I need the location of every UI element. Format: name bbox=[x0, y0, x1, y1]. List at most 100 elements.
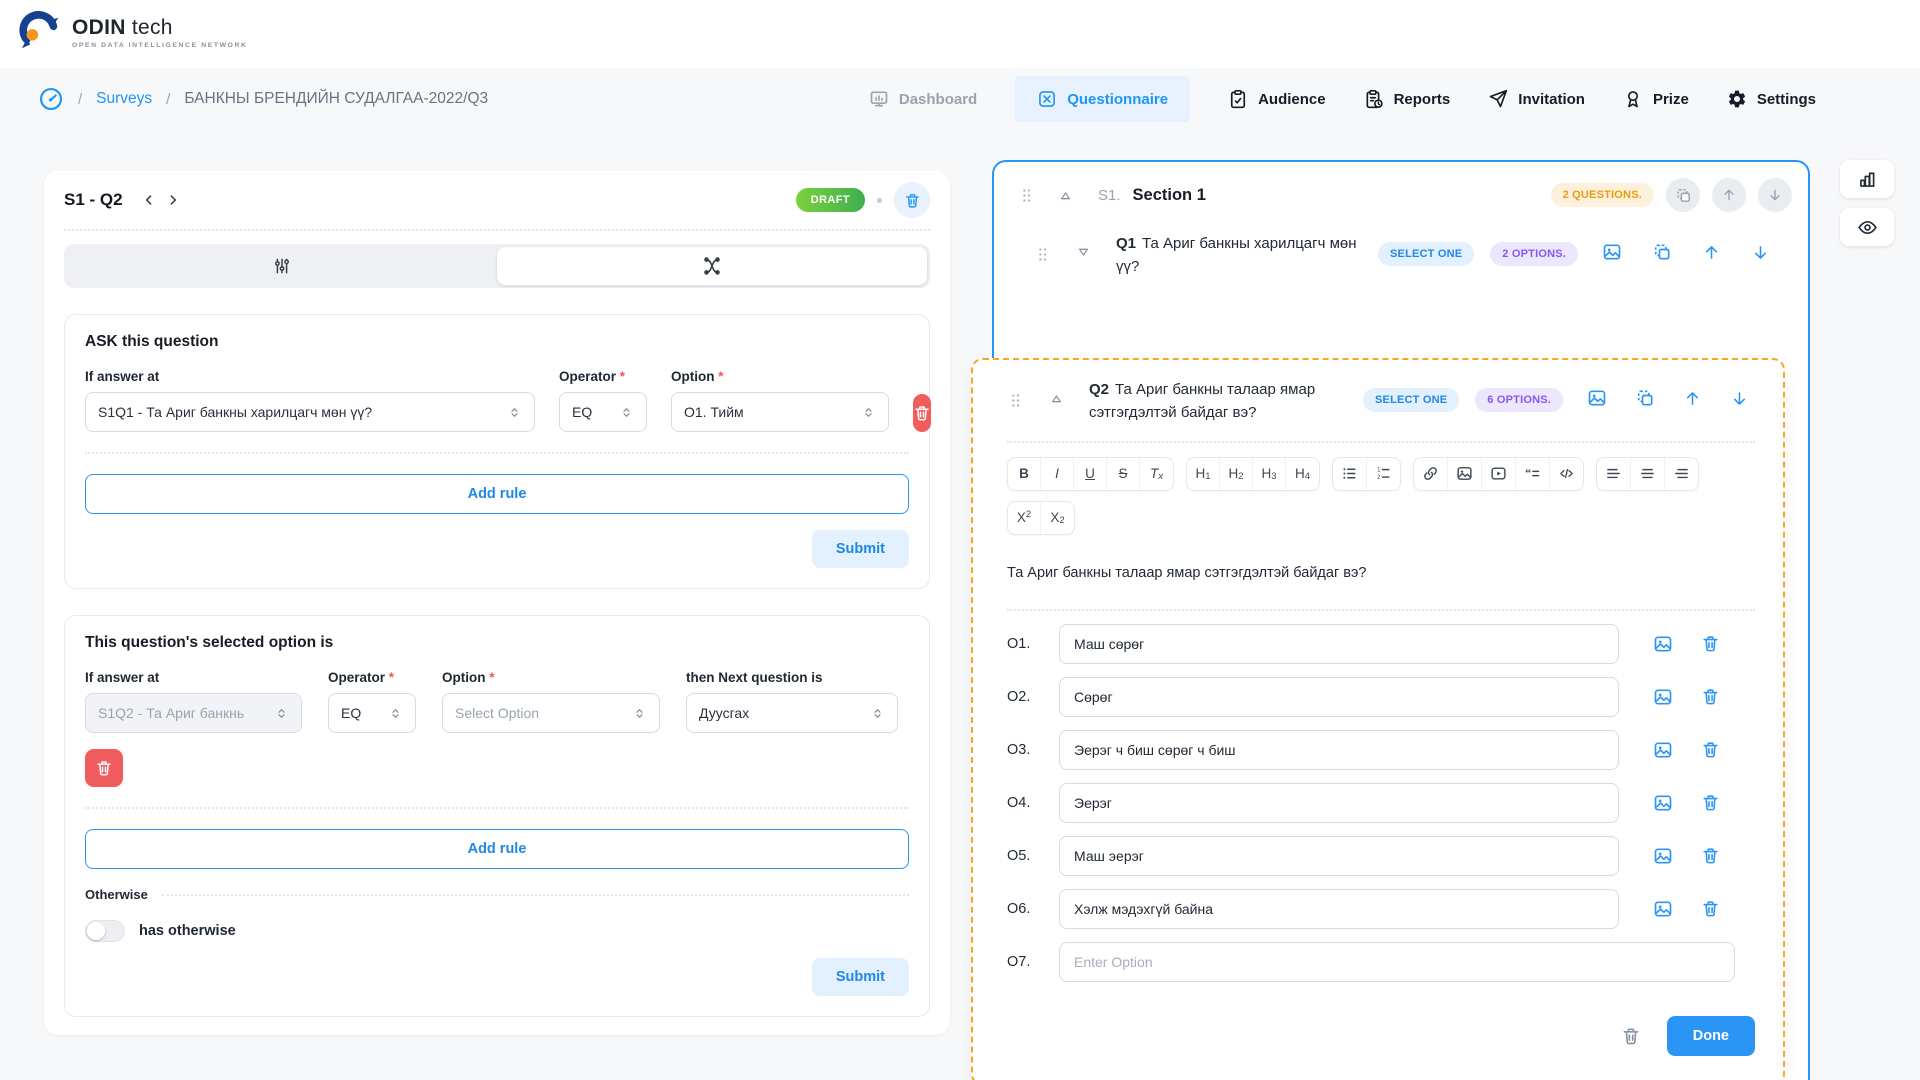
nav-settings[interactable]: Settings bbox=[1727, 89, 1816, 109]
underline-button[interactable]: U bbox=[1074, 458, 1107, 490]
heading4-button[interactable]: H4 bbox=[1286, 458, 1319, 490]
preview-button[interactable] bbox=[1840, 208, 1894, 246]
option-image-button[interactable] bbox=[1653, 687, 1673, 707]
nav-reports[interactable]: Reports bbox=[1364, 89, 1451, 109]
drag-handle-icon[interactable] bbox=[1034, 246, 1051, 263]
heading2-button[interactable]: H2 bbox=[1220, 458, 1253, 490]
move-section-down-button[interactable] bbox=[1758, 178, 1792, 212]
option-image-button[interactable] bbox=[1653, 846, 1673, 866]
move-question-up-button[interactable] bbox=[1683, 388, 1702, 408]
prev-question-button[interactable] bbox=[139, 190, 159, 210]
tab-question-settings[interactable] bbox=[67, 247, 497, 285]
option-input[interactable] bbox=[1059, 730, 1619, 770]
breadcrumb-surveys-link[interactable]: Surveys bbox=[96, 90, 152, 108]
option-delete-button[interactable] bbox=[1701, 899, 1720, 918]
delete-logic-button[interactable] bbox=[894, 182, 930, 218]
question-text[interactable]: Q1Та Ариг банкны харилцагч мөн үү? bbox=[1116, 232, 1366, 279]
home-speed-icon[interactable] bbox=[38, 86, 64, 112]
updown-icon bbox=[870, 706, 885, 721]
option-image-button[interactable] bbox=[1653, 634, 1673, 654]
numbered-list-button[interactable] bbox=[1367, 458, 1400, 490]
option-input[interactable] bbox=[1059, 942, 1735, 982]
duplicate-question-button[interactable] bbox=[1652, 242, 1672, 262]
superscript-button[interactable]: X2 bbox=[1008, 502, 1041, 534]
delete-rule-button[interactable] bbox=[85, 749, 123, 787]
add-rule-button[interactable]: Add rule bbox=[85, 829, 909, 869]
option-label: O7. bbox=[1007, 954, 1059, 970]
question-type-badge: SELECT ONE bbox=[1378, 242, 1474, 266]
move-question-down-button[interactable] bbox=[1751, 242, 1770, 262]
add-rule-button[interactable]: Add rule bbox=[85, 474, 909, 514]
option-delete-button[interactable] bbox=[1701, 846, 1720, 865]
nav-dashboard[interactable]: Dashboard bbox=[869, 89, 977, 109]
move-section-up-button[interactable] bbox=[1712, 178, 1746, 212]
divider bbox=[85, 807, 909, 809]
strikethrough-button[interactable]: S bbox=[1107, 458, 1140, 490]
done-button[interactable]: Done bbox=[1667, 1016, 1755, 1056]
option-delete-button[interactable] bbox=[1701, 687, 1720, 706]
option-input[interactable] bbox=[1059, 783, 1619, 823]
delete-question-button[interactable] bbox=[1621, 1026, 1641, 1046]
option-input[interactable] bbox=[1059, 836, 1619, 876]
has-otherwise-toggle[interactable] bbox=[85, 920, 125, 942]
duplicate-section-button[interactable] bbox=[1666, 178, 1700, 212]
option-input[interactable] bbox=[1059, 889, 1619, 929]
expand-question-button[interactable] bbox=[1075, 244, 1092, 261]
link-button[interactable] bbox=[1414, 458, 1448, 490]
operator-select[interactable]: EQ bbox=[559, 392, 647, 432]
question-body-text[interactable]: Та Ариг банкны талаар ямар сэтгэгдэлтэй … bbox=[1007, 565, 1755, 581]
option-row: O4. bbox=[1007, 783, 1755, 823]
option-delete-button[interactable] bbox=[1701, 740, 1720, 759]
align-right-button[interactable] bbox=[1665, 458, 1698, 490]
bullet-list-button[interactable] bbox=[1333, 458, 1367, 490]
nav-audience[interactable]: Audience bbox=[1228, 89, 1326, 109]
option-image-button[interactable] bbox=[1653, 740, 1673, 760]
subscript-button[interactable]: X2 bbox=[1041, 502, 1074, 534]
move-question-down-button[interactable] bbox=[1730, 388, 1749, 408]
option-select[interactable]: O1. Тийм bbox=[671, 392, 889, 432]
nav-prize[interactable]: Prize bbox=[1623, 89, 1689, 109]
nav-questionnaire[interactable]: Questionnaire bbox=[1015, 76, 1190, 122]
submit-button[interactable]: Submit bbox=[812, 530, 909, 568]
question-select[interactable]: S1Q1 - Та Ариг банкны харилцагч мөн үү? bbox=[85, 392, 535, 432]
heading3-button[interactable]: H3 bbox=[1253, 458, 1286, 490]
next-question-select[interactable]: Дуусгах bbox=[686, 693, 898, 733]
drag-handle-icon[interactable] bbox=[1007, 392, 1024, 409]
clear-formatting-button[interactable]: Tx bbox=[1140, 458, 1173, 490]
option-select[interactable]: Select Option bbox=[442, 693, 660, 733]
results-chart-button[interactable] bbox=[1840, 160, 1894, 198]
nav-invitation[interactable]: Invitation bbox=[1488, 89, 1585, 109]
option-delete-button[interactable] bbox=[1701, 793, 1720, 812]
delete-rule-button[interactable] bbox=[913, 394, 931, 432]
section-title[interactable]: Section 1 bbox=[1133, 186, 1206, 205]
insert-image-button[interactable] bbox=[1448, 458, 1482, 490]
option-input[interactable] bbox=[1059, 677, 1619, 717]
collapse-section-button[interactable] bbox=[1057, 187, 1074, 204]
align-left-button[interactable] bbox=[1597, 458, 1631, 490]
collapse-question-button[interactable] bbox=[1048, 390, 1065, 407]
insert-video-button[interactable] bbox=[1482, 458, 1516, 490]
option-delete-button[interactable] bbox=[1701, 634, 1720, 653]
blockquote-button[interactable] bbox=[1516, 458, 1550, 490]
align-center-button[interactable] bbox=[1631, 458, 1665, 490]
breadcrumb: / Surveys / БАНКНЫ БРЕНДИЙН СУДАЛГАА-202… bbox=[38, 86, 488, 112]
question-image-button[interactable] bbox=[1587, 388, 1607, 408]
question-image-button[interactable] bbox=[1602, 242, 1622, 262]
operator-select[interactable]: EQ bbox=[328, 693, 416, 733]
question-text[interactable]: Q2Та Ариг банкны талаар ямар сэтгэгдэлтэ… bbox=[1089, 378, 1351, 425]
odin-logo[interactable]: ODIN tech OPEN DATA INTELLIGENCE NETWORK bbox=[18, 10, 248, 54]
heading1-button[interactable]: H1 bbox=[1187, 458, 1220, 490]
code-button[interactable] bbox=[1550, 458, 1583, 490]
bold-button[interactable]: B bbox=[1008, 458, 1041, 490]
tab-skip-logic[interactable] bbox=[497, 247, 927, 285]
option-input[interactable] bbox=[1059, 624, 1619, 664]
duplicate-question-button[interactable] bbox=[1635, 388, 1655, 408]
submit-button[interactable]: Submit bbox=[812, 958, 909, 996]
branch-icon bbox=[701, 255, 723, 277]
option-image-button[interactable] bbox=[1653, 793, 1673, 813]
drag-handle-icon[interactable] bbox=[1018, 187, 1035, 204]
option-image-button[interactable] bbox=[1653, 899, 1673, 919]
italic-button[interactable]: I bbox=[1041, 458, 1074, 490]
next-question-button[interactable] bbox=[163, 190, 183, 210]
move-question-up-button[interactable] bbox=[1702, 242, 1721, 262]
